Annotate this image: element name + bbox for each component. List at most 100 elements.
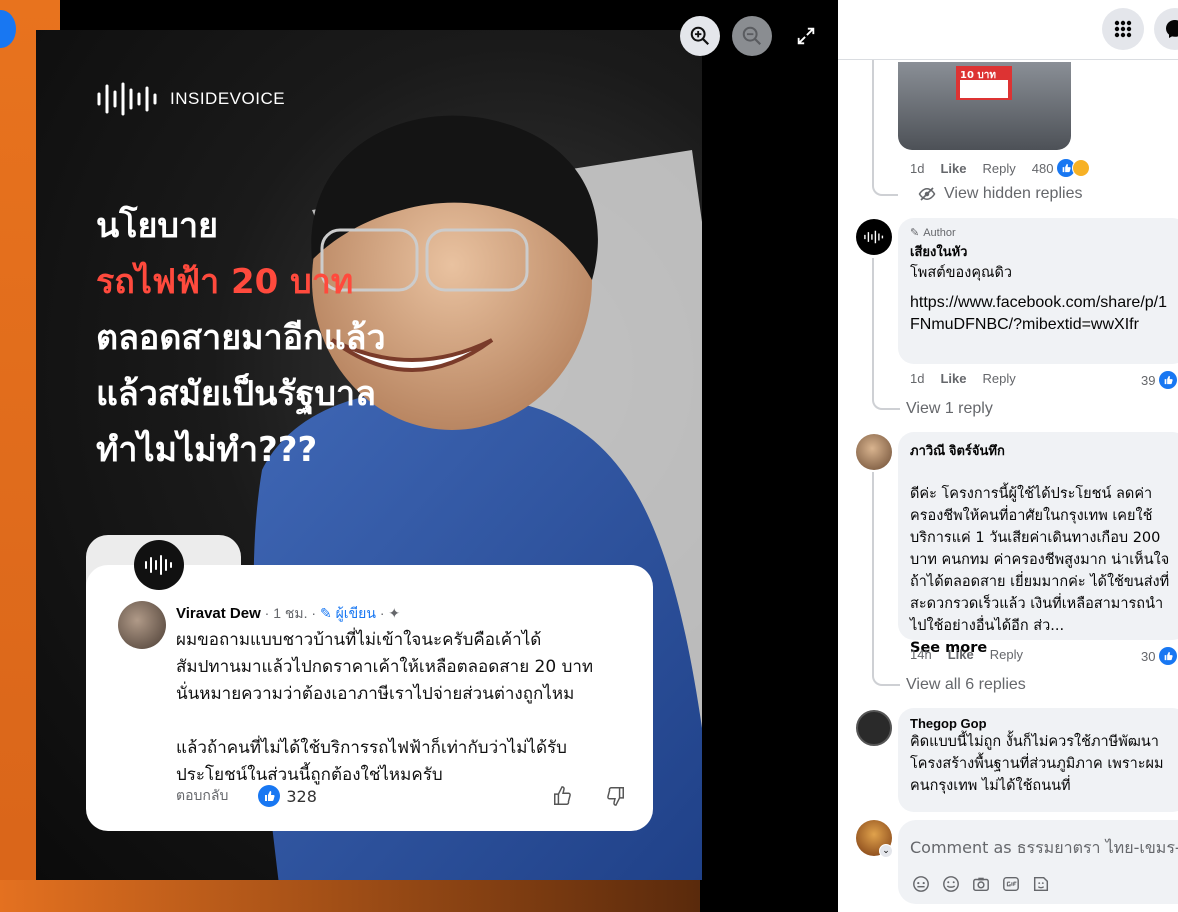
comment-composer: ⌄ Comment as ธรรมยาตรา ไทย-เขมร-ลาว — [838, 812, 1178, 912]
commenter-name: Viravat Dew — [176, 605, 261, 622]
zoom-out-button[interactable] — [732, 16, 772, 56]
chevron-down-icon[interactable]: ⌄ — [879, 844, 893, 858]
reaction-count: 30 — [1141, 648, 1156, 664]
author-tag-label: Author — [923, 226, 956, 239]
avatar-sticker-icon[interactable] — [912, 875, 930, 893]
composer-icons — [912, 875, 1050, 893]
comment-input[interactable]: Comment as ธรรมยาตรา ไทย-เขมร-ลาว — [898, 820, 1178, 904]
zoom-out-icon — [742, 26, 762, 46]
insidevoice-badge — [134, 540, 184, 590]
emoji-icon[interactable] — [942, 875, 960, 893]
reactions[interactable]: 480 — [1032, 159, 1091, 177]
top-bar — [838, 0, 1178, 60]
sound-wave-icon — [97, 82, 157, 116]
author-tag: ✎ Author — [910, 226, 1176, 240]
comment-image[interactable]: 10 บาท — [898, 62, 1071, 150]
photo-viewer: INSIDEVOICE นโยบาย รถไฟฟ้า 20 บาท ตลอดสา… — [0, 0, 838, 912]
view-hidden-replies-label: View hidden replies — [944, 185, 1083, 202]
thumbs-up-icon — [554, 786, 571, 805]
reply-button[interactable]: Reply — [982, 371, 1015, 386]
like-count-value: 328 — [286, 786, 317, 806]
brand-name: INSIDEVOICE — [170, 89, 286, 108]
comment-input-placeholder: Comment as ธรรมยาตรา ไทย-เขมร-ลาว — [910, 838, 1178, 857]
headline-line-3: ตลอดสายมาอีกแล้ว — [96, 318, 386, 358]
commenter-name[interactable]: ภาวิณี จิตร์จันทึก — [910, 440, 1176, 461]
post-headline: นโยบาย รถไฟฟ้า 20 บาท ตลอดสายมาอีกแล้ว แ… — [96, 198, 386, 478]
view-hidden-replies[interactable]: View hidden replies — [918, 185, 1082, 203]
thumbs-down-icon — [607, 787, 624, 806]
thread-line — [872, 472, 900, 686]
background-orange-bottom — [0, 880, 700, 912]
comments-panel: 10 บาท 1d Like Reply 480 View hidden rep… — [838, 0, 1178, 912]
avatar[interactable] — [856, 710, 892, 746]
fullscreen-icon — [797, 27, 815, 45]
pencil-icon: ✎ — [319, 605, 332, 621]
quoted-comment-header: Viravat Dew · 1 ชม. · ✎ ผู้เขียน · ✦ — [176, 603, 400, 625]
insidevoice-logo: INSIDEVOICE — [96, 82, 285, 116]
comment-text: โพสต์ของคุณดิว — [910, 265, 1013, 281]
comment-text-body: ดีค่ะ โครงการนี้ผู้ใช้ได้ประโยชน์ ลดค่าค… — [910, 486, 1170, 634]
avatar[interactable] — [856, 434, 892, 470]
comment-time: 1d — [910, 160, 925, 176]
thread-line — [872, 258, 900, 410]
headline-line-1: นโยบาย — [96, 206, 219, 246]
reply-button[interactable]: Reply — [982, 161, 1015, 176]
thumbs-up-icon — [258, 785, 281, 807]
pin-icon: · ✦ — [379, 605, 401, 621]
view-replies[interactable]: View 1 reply — [906, 400, 993, 418]
comment-text: ดีค่ะ โครงการนี้ผู้ใช้ได้ประโยชน์ ลดค่าค… — [910, 461, 1174, 659]
comment-text: คิดแบบนี้ไม่ถูก งั้นก็ไม่ควรใช้ภาษีพัฒนา… — [910, 734, 1164, 794]
avatar — [118, 601, 166, 649]
reaction-count: 480 — [1031, 160, 1054, 176]
view-replies[interactable]: View all 6 replies — [906, 676, 1026, 694]
thread-line — [872, 60, 898, 196]
comment-bubble: Thegop Gop คิดแบบนี้ไม่ถูก งั้นก็ไม่ควรใ… — [898, 708, 1178, 812]
gif-icon[interactable] — [1002, 875, 1020, 893]
messenger-button[interactable] — [1154, 8, 1178, 50]
eye-slash-icon — [918, 187, 936, 201]
grid-menu-icon — [1114, 20, 1132, 38]
sound-wave-icon — [145, 555, 172, 575]
sound-wave-icon — [864, 230, 884, 244]
menu-button[interactable] — [1102, 8, 1144, 50]
commenter-name[interactable]: Thegop Gop — [910, 716, 1176, 731]
comment-actions: 14h Like Reply — [910, 647, 1023, 662]
view-replies-label: View all 6 replies — [906, 676, 1026, 693]
view-replies-label: View 1 reply — [906, 400, 993, 417]
comment-actions: 1d Like Reply 480 — [910, 159, 1091, 177]
like-count: 328 — [258, 785, 317, 807]
camera-icon[interactable] — [972, 875, 990, 893]
reply-button[interactable]: Reply — [990, 647, 1023, 662]
like-button[interactable]: Like — [940, 161, 966, 176]
author-label: ผู้เขียน — [335, 605, 376, 621]
headline-line-5: ทำไมไม่ทำ??? — [96, 430, 318, 470]
quoted-comment-card: Viravat Dew · 1 ชม. · ✎ ผู้เขียน · ✦ ผมข… — [86, 565, 653, 831]
thumbs-up-icon — [1159, 371, 1178, 389]
thumbs-up-icon — [1159, 647, 1178, 665]
headline-line-4: แล้วสมัยเป็นรัฐบาล — [96, 374, 376, 414]
like-button[interactable]: Like — [948, 647, 974, 662]
comment-bubble: ✎ Author เสียงในหัว โพสต์ของคุณดิว https… — [898, 218, 1178, 364]
comment-time: 14h — [910, 647, 932, 662]
reaction-count: 39 — [1141, 372, 1156, 388]
reactions[interactable]: 30 — [1141, 647, 1178, 665]
messenger-icon — [1166, 20, 1178, 38]
pencil-icon: ✎ — [910, 227, 920, 239]
post-image: INSIDEVOICE นโยบาย รถไฟฟ้า 20 บาท ตลอดสา… — [36, 30, 702, 880]
quoted-comment-text: ผมขอถามแบบชาวบ้านที่ไม่เข้าใจนะครับคือเค… — [176, 630, 594, 785]
haha-icon — [1072, 159, 1091, 177]
reactions[interactable]: 39 — [1141, 371, 1178, 389]
sign-box — [960, 80, 1008, 98]
commenter-name[interactable]: เสียงในหัว — [910, 241, 1176, 262]
sticker-icon[interactable] — [1032, 875, 1050, 893]
zoom-in-button[interactable] — [680, 16, 720, 56]
comment-time: · 1 ชม. · — [264, 605, 317, 621]
comment-bubble: ภาวิณี จิตร์จันทึก ดีค่ะ โครงการนี้ผู้ใช… — [898, 432, 1178, 656]
comment-time: 1d — [910, 371, 925, 386]
quoted-comment-footer: ตอบกลับ 328 — [176, 785, 626, 807]
fullscreen-button[interactable] — [786, 16, 826, 56]
like-button[interactable]: Like — [940, 371, 966, 386]
comment-link[interactable]: https://www.facebook.com/share/p/1FNmuDF… — [910, 292, 1172, 336]
headline-line-2: รถไฟฟ้า 20 บาท — [96, 262, 354, 302]
avatar[interactable] — [856, 219, 892, 255]
